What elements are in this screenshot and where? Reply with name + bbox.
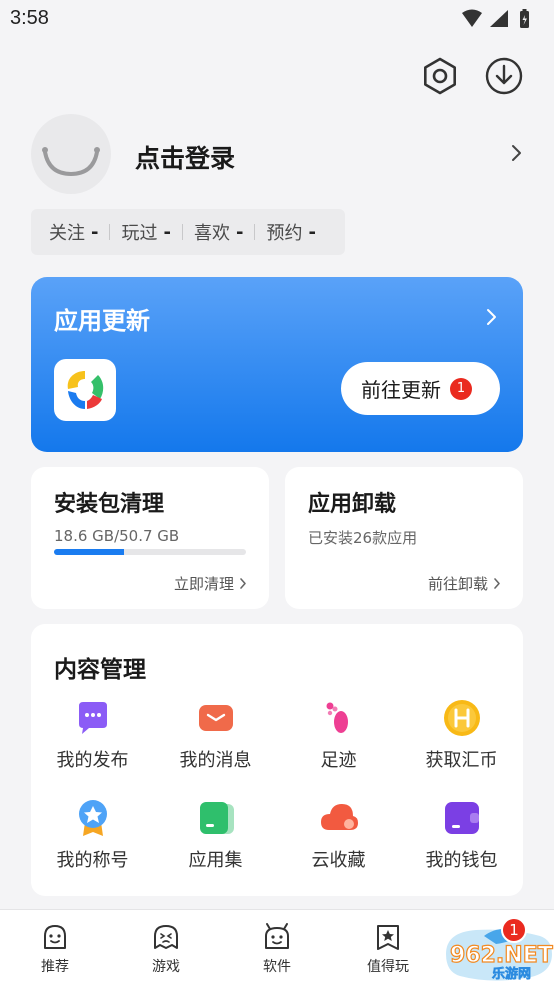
site-watermark-logo: 962.NET 乐游网 — [446, 928, 553, 982]
stat-follow[interactable]: 关注 - — [49, 219, 98, 245]
go-uninstall-link[interactable]: 前往卸载 — [428, 573, 501, 594]
grid-item-earn-coins[interactable]: 获取汇币 — [400, 698, 523, 778]
grid-item-my-wallet[interactable]: 我的钱包 — [400, 798, 523, 878]
divider — [109, 224, 111, 240]
mail-icon — [198, 705, 233, 731]
footprint-icon — [326, 702, 348, 733]
smile-avatar-icon — [42, 147, 100, 177]
grid-item-my-posts[interactable]: 我的发布 — [31, 698, 154, 778]
coin-icon — [443, 700, 480, 736]
app-logo-icon — [67, 371, 104, 409]
grid-item-cloud-favorites[interactable]: 云收藏 — [277, 798, 400, 878]
star-bookmark-icon — [377, 925, 399, 950]
chevron-right-icon[interactable] — [485, 307, 499, 327]
cloud-icon — [320, 804, 358, 830]
app-uninstall-title: 应用卸载 — [308, 492, 397, 517]
app-uninstall-card[interactable]: 应用卸载 已安装26款应用 前往卸载 — [285, 467, 523, 609]
grid-item-footprints[interactable]: 足迹 — [277, 698, 400, 778]
package-clean-card[interactable]: 安装包清理 18.6 GB/50.7 GB 立即清理 — [31, 467, 269, 609]
go-update-button[interactable]: 前往更新 1 — [341, 362, 500, 415]
stat-liked[interactable]: 喜欢 - — [194, 219, 243, 245]
wifi-icon — [462, 9, 482, 27]
watermark-line2: 乐游网 — [492, 966, 531, 982]
stat-played[interactable]: 玩过 - — [121, 219, 170, 245]
go-update-label: 前往更新 — [361, 378, 441, 402]
software-icon — [265, 923, 289, 949]
app-icon-tile[interactable] — [54, 359, 116, 421]
package-clean-title: 安装包清理 — [54, 492, 165, 517]
update-card-title: 应用更新 — [54, 307, 150, 335]
app-collection-icon — [199, 802, 234, 834]
chat-bubble-icon — [78, 702, 107, 734]
recommend-icon — [44, 925, 66, 949]
watermark-line1: 962.NET — [450, 943, 553, 968]
status-bar: 3:58 — [0, 0, 554, 38]
download-icon[interactable] — [484, 56, 524, 96]
installed-count-text: 已安装26款应用 — [308, 529, 418, 547]
settings-gear-icon[interactable] — [420, 56, 460, 96]
divider — [254, 224, 256, 240]
grid-item-my-messages[interactable]: 我的消息 — [154, 698, 277, 778]
nav-tab-worth-playing[interactable]: 值得玩 — [343, 922, 433, 976]
update-count-badge: 1 — [450, 377, 472, 400]
nav-tab-software[interactable]: 软件 — [232, 922, 322, 976]
grid-item-my-title[interactable]: 我的称号 — [31, 798, 154, 878]
battery-icon — [520, 9, 529, 28]
storage-usage-text: 18.6 GB/50.7 GB — [54, 527, 180, 545]
content-management-card: 内容管理 我的发布 我的消息 足迹 获取汇币 我的称号 应用集 云收藏 我的钱包 — [31, 624, 523, 896]
stat-reserved[interactable]: 预约 - — [266, 219, 315, 245]
nav-tab-recommend[interactable]: 推荐 — [10, 922, 100, 976]
app-update-card[interactable]: 应用更新 前往更新 1 — [31, 277, 523, 452]
status-time: 3:58 — [10, 7, 49, 29]
login-prompt[interactable]: 点击登录 — [135, 139, 235, 175]
user-stats-bar: 关注 - 玩过 - 喜欢 - 预约 - — [31, 209, 345, 255]
game-icon — [154, 925, 178, 949]
chevron-right-icon[interactable] — [509, 143, 525, 163]
clean-now-link[interactable]: 立即清理 — [174, 573, 247, 594]
nav-tab-games[interactable]: 游戏 — [121, 922, 211, 976]
storage-progress-bar — [54, 549, 246, 555]
signal-icon — [490, 10, 508, 27]
nav-notification-badge: 1 — [501, 917, 527, 943]
grid-item-app-collections[interactable]: 应用集 — [154, 798, 277, 878]
avatar[interactable] — [31, 114, 111, 194]
content-management-title: 内容管理 — [54, 657, 146, 683]
wallet-icon — [444, 802, 479, 834]
medal-icon — [78, 800, 107, 836]
chevron-right-icon — [240, 578, 246, 589]
divider — [181, 224, 183, 240]
status-icons — [462, 9, 529, 28]
storage-progress-fill — [54, 549, 125, 555]
chevron-right-icon — [494, 578, 500, 589]
